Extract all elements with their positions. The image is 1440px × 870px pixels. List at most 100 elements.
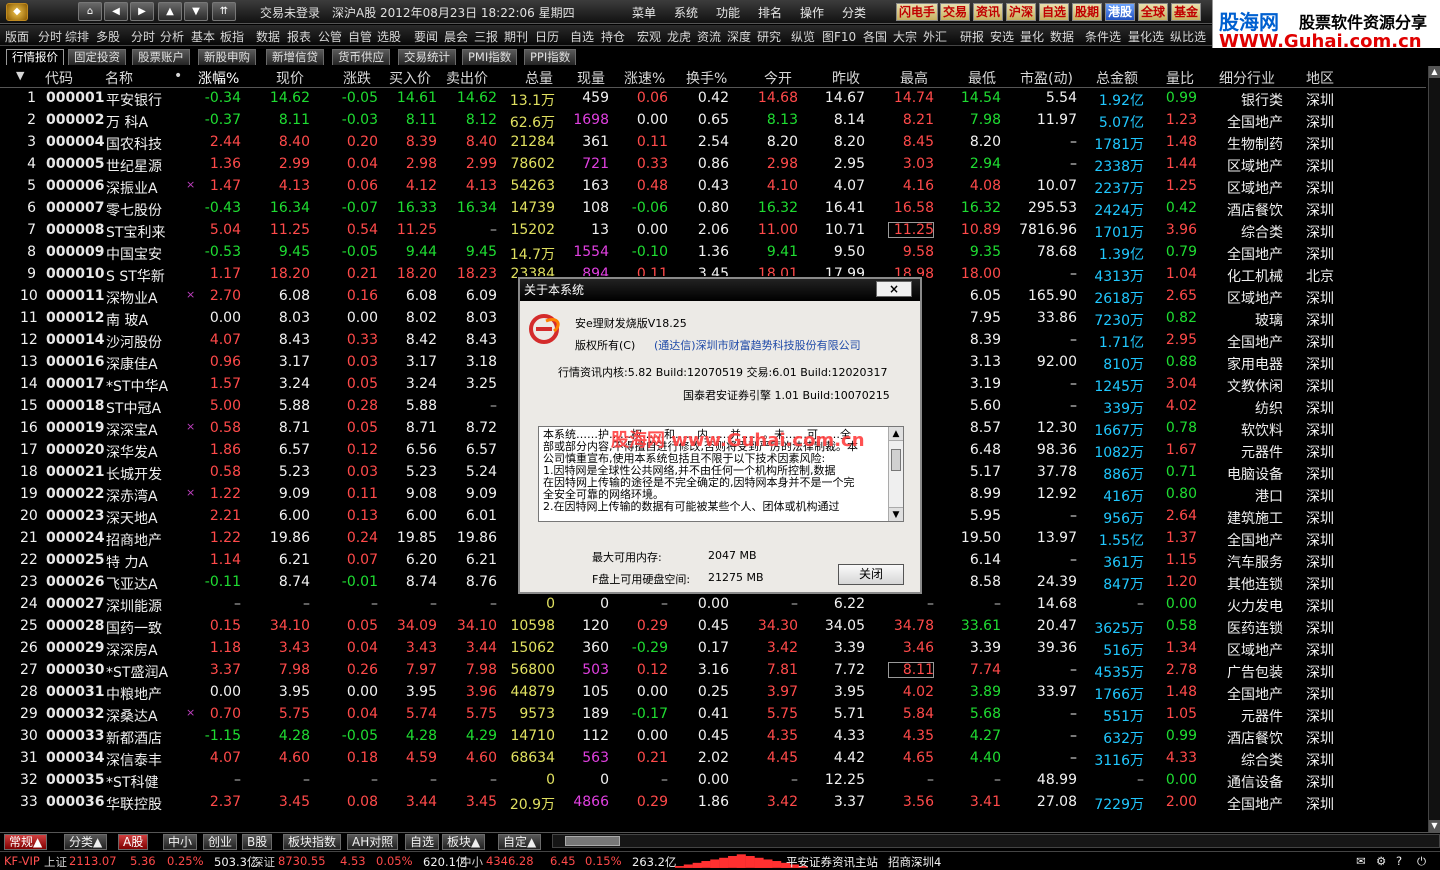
column-header[interactable]: 总金额 [1096, 68, 1138, 88]
quote-row[interactable]: 2 000002 万 科A -0.37 8.11 -0.03 8.11 8.12 62.6万 16… [0, 110, 1426, 132]
column-header[interactable]: 最低 [968, 68, 996, 88]
quote-cell-name[interactable]: 中国宝安 [106, 244, 176, 264]
quote-cell-code[interactable]: 000023 [46, 508, 104, 524]
toolbar-item[interactable]: 量化 [1020, 28, 1044, 45]
quote-cell-code[interactable]: 000001 [46, 90, 104, 106]
market-tab[interactable]: 自选 [405, 834, 440, 850]
column-header[interactable]: • [174, 68, 182, 84]
toolbar-item[interactable]: 图F10 [822, 28, 856, 45]
quote-row[interactable]: 33 000036 华联控股 2.37 3.45 0.08 3.44 3.45 20.9万 486… [0, 792, 1426, 814]
quote-row[interactable]: 6 000007 零七股份 -0.43 16.34 -0.07 16.33 16.34 1473… [0, 198, 1426, 220]
quote-row[interactable]: 1 000001 平安银行 -0.34 14.62 -0.05 14.61 14.62 13.1… [0, 88, 1426, 110]
quote-row[interactable]: 27 000030 *ST盛润A 3.37 7.98 0.26 7.97 7.98 56800 5… [0, 660, 1426, 682]
quote-tab[interactable]: 货币供应 [332, 49, 390, 65]
quote-cell-name[interactable]: *ST盛润A [106, 662, 176, 682]
market-tab[interactable]: 常规▲ [4, 834, 48, 850]
home-button[interactable]: ⌂ [78, 2, 102, 21]
quote-row[interactable]: 3 000004 国农科技 2.44 8.40 0.20 8.39 8.40 21284 361 0… [0, 132, 1426, 154]
quote-cell-name[interactable]: 南 玻A [106, 310, 176, 330]
quote-cell-name[interactable]: 深深宝A [106, 420, 176, 440]
license-scroll-down-icon[interactable]: ▼ [889, 507, 903, 521]
quote-cell-name[interactable]: 深天地A [106, 508, 176, 528]
quote-cell-name[interactable]: ST中冠A [106, 398, 176, 418]
quote-row[interactable]: 7 000008 ST宝利来 5.04 11.25 0.54 11.25 –15202 13 0.… [0, 220, 1426, 242]
column-header[interactable]: 现价 [276, 68, 304, 88]
toolbar-item[interactable]: 日历 [535, 28, 559, 45]
market-tab[interactable]: 自定▲ [498, 834, 542, 850]
quote-cell-name[interactable]: 国农科技 [106, 134, 176, 154]
toolbar-item[interactable]: 纵比选 [1170, 28, 1206, 45]
column-header[interactable]: 昨收 [832, 68, 860, 88]
scroll-up-icon[interactable]: ▲ [1429, 66, 1440, 78]
column-header[interactable]: 总量 [525, 68, 553, 88]
quote-cell-code[interactable]: 000028 [46, 618, 104, 634]
quote-cell-name[interactable]: 零七股份 [106, 200, 176, 220]
market-tab[interactable]: 分类▲ [64, 834, 108, 850]
horizontal-scrollbar[interactable] [552, 834, 1440, 848]
quote-tab[interactable]: PMI指数 [462, 49, 518, 65]
column-header[interactable]: 涨速% [624, 68, 665, 88]
column-header[interactable]: 细分行业 [1219, 68, 1275, 88]
quote-row[interactable]: 26 000029 深深房A 1.18 3.43 0.04 3.43 3.44 15062 360… [0, 638, 1426, 660]
license-textbox[interactable]: 本系统……护……权……和……内……并……。未……可……全 部或部分内容,不得擅自进… [538, 426, 904, 522]
quote-cell-name[interactable]: *ST中华A [106, 376, 176, 396]
quote-cell-code[interactable]: 000007 [46, 200, 104, 216]
toolbar-item[interactable]: 分析 [160, 28, 184, 45]
toolbar-item[interactable]: 期刊 [504, 28, 528, 45]
scroll-down-icon[interactable]: ▼ [1429, 820, 1440, 832]
quote-cell-code[interactable]: 000005 [46, 156, 104, 172]
column-header[interactable]: 名称 [105, 68, 133, 88]
quote-cell-name[interactable]: 深桑达A [106, 706, 176, 726]
quote-cell-name[interactable]: 深圳能源 [106, 596, 176, 616]
toolbar-item[interactable]: 晨会 [444, 28, 468, 45]
page-down-button[interactable]: ▼ [184, 2, 208, 21]
toolbar-item[interactable]: 报表 [287, 28, 311, 45]
top-menu-item[interactable]: 操作 [800, 4, 824, 21]
top-menu-item[interactable]: 排名 [758, 4, 782, 21]
toolbar-item[interactable]: 龙虎 [667, 28, 691, 45]
toolbar-item[interactable]: 数据 [256, 28, 280, 45]
toolbar-item[interactable]: 分时 [38, 28, 62, 45]
column-header[interactable]: 买入价 [389, 68, 431, 88]
toolbar-item[interactable]: 研报 [960, 28, 984, 45]
toolbar-item[interactable]: 深度 [727, 28, 751, 45]
toolbar-item[interactable]: 公管 [318, 28, 342, 45]
top-menu-item[interactable]: 菜单 [632, 4, 656, 21]
quote-cell-code[interactable]: 000018 [46, 398, 104, 414]
quote-cell-code[interactable]: 000030 [46, 662, 104, 678]
toolbar-item[interactable]: 各国 [863, 28, 887, 45]
settings-icon[interactable]: ⚙ [1376, 854, 1386, 868]
quote-cell-code[interactable]: 000022 [46, 486, 104, 502]
quote-row[interactable]: 8 000009 中国宝安 -0.53 9.45 -0.05 9.44 9.45 14.7万 15… [0, 242, 1426, 264]
quote-cell-code[interactable]: 000008 [46, 222, 104, 238]
scroll-top-button[interactable]: ⇈ [212, 2, 236, 21]
quote-cell-code[interactable]: 000014 [46, 332, 104, 348]
toolbar-item[interactable]: 安选 [990, 28, 1014, 45]
quote-cell-code[interactable]: 000025 [46, 552, 104, 568]
dialog-close-icon[interactable]: × [876, 281, 912, 297]
toolbar-item[interactable]: 数据 [1050, 28, 1074, 45]
vertical-scrollbar[interactable]: ▲ ▼ [1428, 66, 1440, 832]
quick-button[interactable]: 股期 [1072, 3, 1103, 21]
quick-button[interactable]: 自选 [1039, 3, 1070, 21]
quote-row[interactable]: 29 000032 深桑达A × 0.70 5.75 0.04 5.74 5.75 9573 189… [0, 704, 1426, 726]
toolbar-item[interactable]: 分时 [131, 28, 155, 45]
quote-cell-name[interactable]: 长城开发 [106, 464, 176, 484]
quote-cell-code[interactable]: 000033 [46, 728, 104, 744]
column-header[interactable]: 地区 [1306, 68, 1334, 88]
top-menu-item[interactable]: 分类 [842, 4, 866, 21]
column-header[interactable]: 现量 [577, 68, 605, 88]
quote-cell-name[interactable]: 国药一致 [106, 618, 176, 638]
quote-cell-code[interactable]: 000034 [46, 750, 104, 766]
quote-cell-name[interactable]: 深振业A [106, 178, 176, 198]
quote-cell-name[interactable]: 招商地产 [106, 530, 176, 550]
quick-button[interactable]: 基金 [1171, 3, 1202, 21]
license-scroll-up-icon[interactable]: ▲ [889, 427, 903, 441]
toolbar-item[interactable]: 资流 [697, 28, 721, 45]
quick-button[interactable]: 资讯 [973, 3, 1004, 21]
quote-cell-code[interactable]: 000016 [46, 354, 104, 370]
quote-cell-name[interactable]: 中粮地产 [106, 684, 176, 704]
quote-cell-code[interactable]: 000006 [46, 178, 104, 194]
quote-cell-code[interactable]: 000009 [46, 244, 104, 260]
quote-cell-name[interactable]: 平安银行 [106, 90, 176, 110]
